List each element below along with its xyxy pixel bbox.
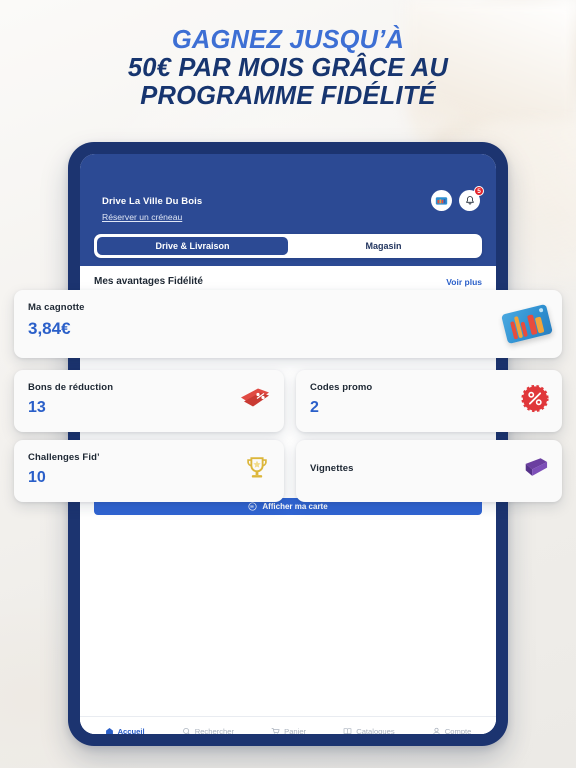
nav-label-catalogues: Catalogues: [356, 727, 395, 734]
segmented-tabs: Drive & Livraison Magasin: [94, 234, 482, 258]
card-label: Challenges Fid’: [28, 452, 100, 463]
card-value: 10: [28, 469, 46, 486]
card-value: 2: [310, 399, 319, 416]
store-name: Drive La Ville Du Bois: [102, 196, 203, 207]
card-value: 3,84€: [28, 319, 71, 338]
promo-line-2: 50€ PAR MOIS GRÂCE AU: [127, 54, 449, 82]
home-icon: [105, 728, 113, 734]
promo-line-1: GAGNEZ JUSQU’À: [171, 26, 405, 54]
percent-badge-icon: [520, 384, 550, 419]
card-label: Codes promo: [310, 382, 373, 393]
barcode-card-icon: [248, 502, 257, 511]
card-challenges-fid[interactable]: Challenges Fid’ 10: [14, 440, 284, 502]
card-value: 13: [28, 399, 46, 416]
loyalty-card-icon[interactable]: [431, 190, 452, 211]
nav-item-compte[interactable]: Compte: [432, 727, 472, 734]
card-codes-promo[interactable]: Codes promo 2: [296, 370, 562, 432]
promo-headline: GAGNEZ JUSQU’À 50€ PAR MOIS GRÂCE AU PRO…: [0, 26, 576, 110]
card-label: Bons de réduction: [28, 382, 114, 393]
sticker-icon: [520, 456, 550, 487]
reserve-slot-link[interactable]: Réserver un créneau: [102, 212, 182, 222]
notification-bell-icon[interactable]: 5: [459, 186, 484, 211]
nav-label-compte: Compte: [444, 727, 472, 734]
nav-item-panier[interactable]: Panier: [271, 727, 306, 734]
store-info[interactable]: Drive La Ville Du Bois Réserver un créne…: [102, 196, 202, 225]
nav-label-accueil: Accueil: [117, 727, 145, 734]
tab-magasin[interactable]: Magasin: [288, 237, 479, 255]
nav-item-catalogues[interactable]: Catalogues: [343, 727, 395, 734]
card-label: Vignettes: [310, 463, 354, 474]
show-my-card-label: Afficher ma carte: [262, 502, 328, 511]
tab-drive-livraison[interactable]: Drive & Livraison: [97, 237, 288, 255]
card-vignettes[interactable]: Vignettes: [296, 440, 562, 502]
nav-label-rechercher: Rechercher: [194, 727, 234, 734]
person-icon: [433, 727, 440, 734]
header-icon-group: 5: [431, 186, 484, 211]
bottom-navigation: Accueil Rechercher Panier Catalogues Com…: [80, 716, 496, 734]
book-icon: [343, 728, 352, 734]
section-title: Mes avantages Fidélité: [94, 276, 203, 287]
notification-badge: 5: [474, 186, 484, 196]
search-icon: [182, 727, 190, 734]
loyalty-card-icon: [501, 303, 553, 345]
trophy-icon: [242, 454, 272, 489]
app-header: Drive La Ville Du Bois Réserver un créne…: [80, 154, 496, 266]
card-ma-cagnotte[interactable]: Ma cagnotte 3,84€: [14, 290, 562, 358]
card-label: Ma cagnotte: [28, 302, 85, 313]
nav-label-panier: Panier: [284, 727, 307, 734]
coupon-icon: [238, 385, 272, 418]
nav-item-rechercher[interactable]: Rechercher: [182, 727, 234, 734]
promo-line-3: PROGRAMME FIDÉLITÉ: [140, 82, 436, 110]
see-more-link[interactable]: Voir plus: [446, 277, 482, 287]
card-bons-de-reduction[interactable]: Bons de réduction 13: [14, 370, 284, 432]
nav-item-accueil[interactable]: Accueil: [105, 727, 145, 734]
cart-icon: [271, 727, 280, 734]
